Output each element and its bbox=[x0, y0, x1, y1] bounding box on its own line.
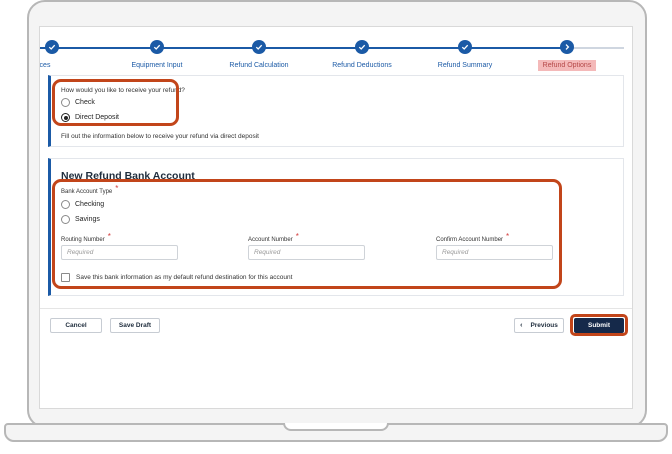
step-refund-calculation[interactable]: Refund Calculation bbox=[199, 40, 319, 72]
cancel-button[interactable]: Cancel bbox=[50, 318, 102, 333]
required-mark: * bbox=[107, 232, 111, 241]
field-label-text: Bank Account Type bbox=[61, 189, 113, 195]
check-icon bbox=[358, 44, 366, 50]
step-dot bbox=[355, 40, 369, 54]
previous-button-label: Previous bbox=[530, 322, 558, 329]
radio-label: Check bbox=[75, 99, 95, 106]
chevron-right-icon bbox=[565, 44, 570, 50]
save-draft-button[interactable]: Save Draft bbox=[110, 318, 160, 333]
step-refund-deductions[interactable]: Refund Deductions bbox=[302, 40, 422, 72]
radio-circle bbox=[61, 215, 70, 224]
step-label: Refund Summary bbox=[437, 62, 493, 69]
check-icon bbox=[461, 44, 469, 50]
account-number-label: Account Number * bbox=[248, 232, 299, 243]
radio-label: Checking bbox=[75, 201, 105, 208]
submit-button[interactable]: Submit bbox=[574, 318, 624, 333]
step-dot bbox=[458, 40, 472, 54]
bank-account-type-label: Bank Account Type * bbox=[61, 184, 119, 195]
checkbox-label: Save this bank information as my default… bbox=[76, 274, 293, 281]
chevron-left-icon: ‹ bbox=[520, 322, 523, 329]
direct-deposit-info: Fill out the information below to receiv… bbox=[61, 133, 259, 140]
field-label-text: Account Number bbox=[248, 237, 293, 243]
step-dot bbox=[45, 40, 59, 54]
radio-savings[interactable]: Savings bbox=[61, 215, 100, 224]
step-label: Refund Calculation bbox=[229, 62, 289, 69]
bank-account-panel: New Refund Bank Account Bank Account Typ… bbox=[48, 158, 624, 296]
action-bar-divider bbox=[40, 308, 632, 309]
step-label: Devices bbox=[39, 62, 51, 69]
radio-label: Direct Deposit bbox=[75, 114, 119, 121]
save-default-checkbox[interactable]: Save this bank information as my default… bbox=[61, 273, 292, 282]
required-mark: * bbox=[295, 232, 299, 241]
step-dot bbox=[150, 40, 164, 54]
radio-label: Savings bbox=[75, 216, 100, 223]
radio-direct-deposit[interactable]: Direct Deposit bbox=[61, 113, 119, 122]
confirm-account-number-input[interactable] bbox=[436, 245, 553, 260]
account-number-input[interactable] bbox=[248, 245, 365, 260]
refund-method-question: How would you like to receive your refun… bbox=[61, 87, 185, 94]
check-icon bbox=[48, 44, 56, 50]
step-label: Equipment Input bbox=[131, 62, 183, 69]
step-dot bbox=[252, 40, 266, 54]
laptop-notch bbox=[283, 423, 389, 431]
checkbox-box bbox=[61, 273, 70, 282]
routing-number-label: Routing Number * bbox=[61, 232, 111, 243]
stage: Devices Equipment Input Refund Calculati… bbox=[0, 0, 672, 454]
field-label-text: Routing Number bbox=[61, 237, 105, 243]
step-label: Refund Deductions bbox=[332, 62, 392, 69]
previous-button[interactable]: ‹ Previous bbox=[514, 318, 564, 333]
progress-stepper: Devices Equipment Input Refund Calculati… bbox=[39, 37, 632, 72]
check-icon bbox=[255, 44, 263, 50]
confirm-account-number-label: Confirm Account Number * bbox=[436, 232, 510, 243]
radio-circle bbox=[61, 98, 70, 107]
required-mark: * bbox=[115, 184, 119, 193]
radio-check[interactable]: Check bbox=[61, 98, 95, 107]
step-refund-options[interactable]: Refund Options bbox=[507, 40, 627, 72]
laptop-screen: Devices Equipment Input Refund Calculati… bbox=[39, 26, 633, 409]
step-dot bbox=[560, 40, 574, 54]
bank-account-title: New Refund Bank Account bbox=[61, 170, 195, 182]
field-label-text: Confirm Account Number bbox=[436, 237, 504, 243]
check-icon bbox=[153, 44, 161, 50]
radio-checking[interactable]: Checking bbox=[61, 200, 104, 209]
refund-method-panel: How would you like to receive your refun… bbox=[48, 75, 624, 147]
radio-circle bbox=[61, 200, 70, 209]
required-mark: * bbox=[506, 232, 510, 241]
routing-number-input[interactable] bbox=[61, 245, 178, 260]
step-label: Refund Options bbox=[537, 60, 597, 71]
radio-circle-selected bbox=[61, 113, 70, 122]
